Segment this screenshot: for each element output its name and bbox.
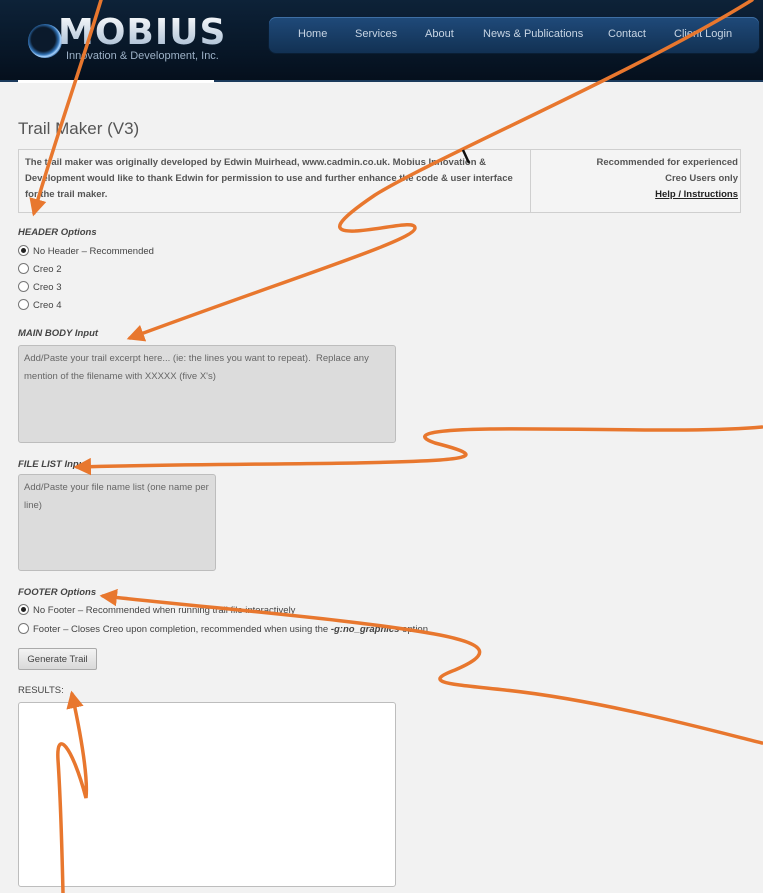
nav-home[interactable]: Home [298, 28, 327, 40]
footer-option-suffix: option [399, 624, 428, 635]
radio-button[interactable] [18, 623, 29, 634]
recommend-line-1: Recommended for experienced [596, 157, 739, 168]
logo-subtitle: Innovation & Development, Inc. [66, 50, 219, 62]
intro-table: The trail maker was originally developed… [18, 149, 741, 213]
nav-client-login[interactable]: Client Login [674, 28, 732, 40]
help-instructions-link[interactable]: Help / Instructions [655, 189, 738, 200]
header-active-indicator [18, 80, 214, 83]
nav-news-publications[interactable]: News & Publications [483, 28, 583, 40]
radio-button-checked[interactable] [18, 604, 29, 615]
radio-button-checked[interactable] [18, 245, 29, 256]
footer-options-label: FOOTER Options [18, 587, 97, 598]
header-options-label: HEADER Options [18, 227, 97, 238]
header-option-label: Creo 2 [33, 264, 62, 275]
header-option-creo-4[interactable]: Creo 4 [18, 299, 62, 312]
file-list-label: FILE LIST Input [18, 459, 88, 470]
header-option-no-header[interactable]: No Header – Recommended [18, 245, 154, 258]
header-option-label: No Header – Recommended [33, 246, 154, 257]
footer-option-no-footer[interactable]: No Footer – Recommended when running tra… [18, 604, 295, 617]
no-graphics-flag: -g:no_graphics [330, 624, 400, 635]
site-header: MOBIUS Innovation & Development, Inc. Ho… [0, 0, 763, 83]
header-option-creo-3[interactable]: Creo 3 [18, 281, 62, 294]
generate-trail-button[interactable]: Generate Trail [18, 648, 97, 670]
header-option-label: Creo 4 [33, 300, 62, 311]
header-option-label: Creo 3 [33, 282, 62, 293]
main-nav: Home Services About News & Publications … [269, 17, 759, 53]
recommend-line-2: Creo Users only [665, 173, 738, 184]
mobius-logo[interactable]: MOBIUS Innovation & Development, Inc. [20, 12, 225, 64]
nav-services[interactable]: Services [355, 28, 397, 40]
footer-option-label: Footer – Closes Creo upon completion, re… [33, 624, 331, 635]
page-title: Trail Maker (V3) [18, 119, 140, 138]
logo-text: MOBIUS [58, 12, 227, 53]
nav-about[interactable]: About [425, 28, 454, 40]
intro-recommendation: Recommended for experienced Creo Users o… [532, 150, 740, 212]
header-option-creo-2[interactable]: Creo 2 [18, 263, 62, 276]
nav-contact[interactable]: Contact [608, 28, 646, 40]
footer-option-label: No Footer – Recommended when running tra… [33, 605, 296, 616]
file-list-input[interactable] [18, 474, 216, 571]
footer-option-footer[interactable]: Footer – Closes Creo upon completion, re… [18, 623, 428, 636]
main-body-input[interactable] [18, 345, 396, 443]
radio-button[interactable] [18, 299, 29, 310]
logo-ring-icon [28, 24, 62, 58]
main-body-label: MAIN BODY Input [18, 328, 99, 339]
radio-button[interactable] [18, 281, 29, 292]
results-output[interactable] [18, 702, 396, 887]
results-label: RESULTS: [18, 685, 64, 696]
radio-button[interactable] [18, 263, 29, 274]
intro-credits-text: The trail maker was originally developed… [19, 150, 531, 212]
